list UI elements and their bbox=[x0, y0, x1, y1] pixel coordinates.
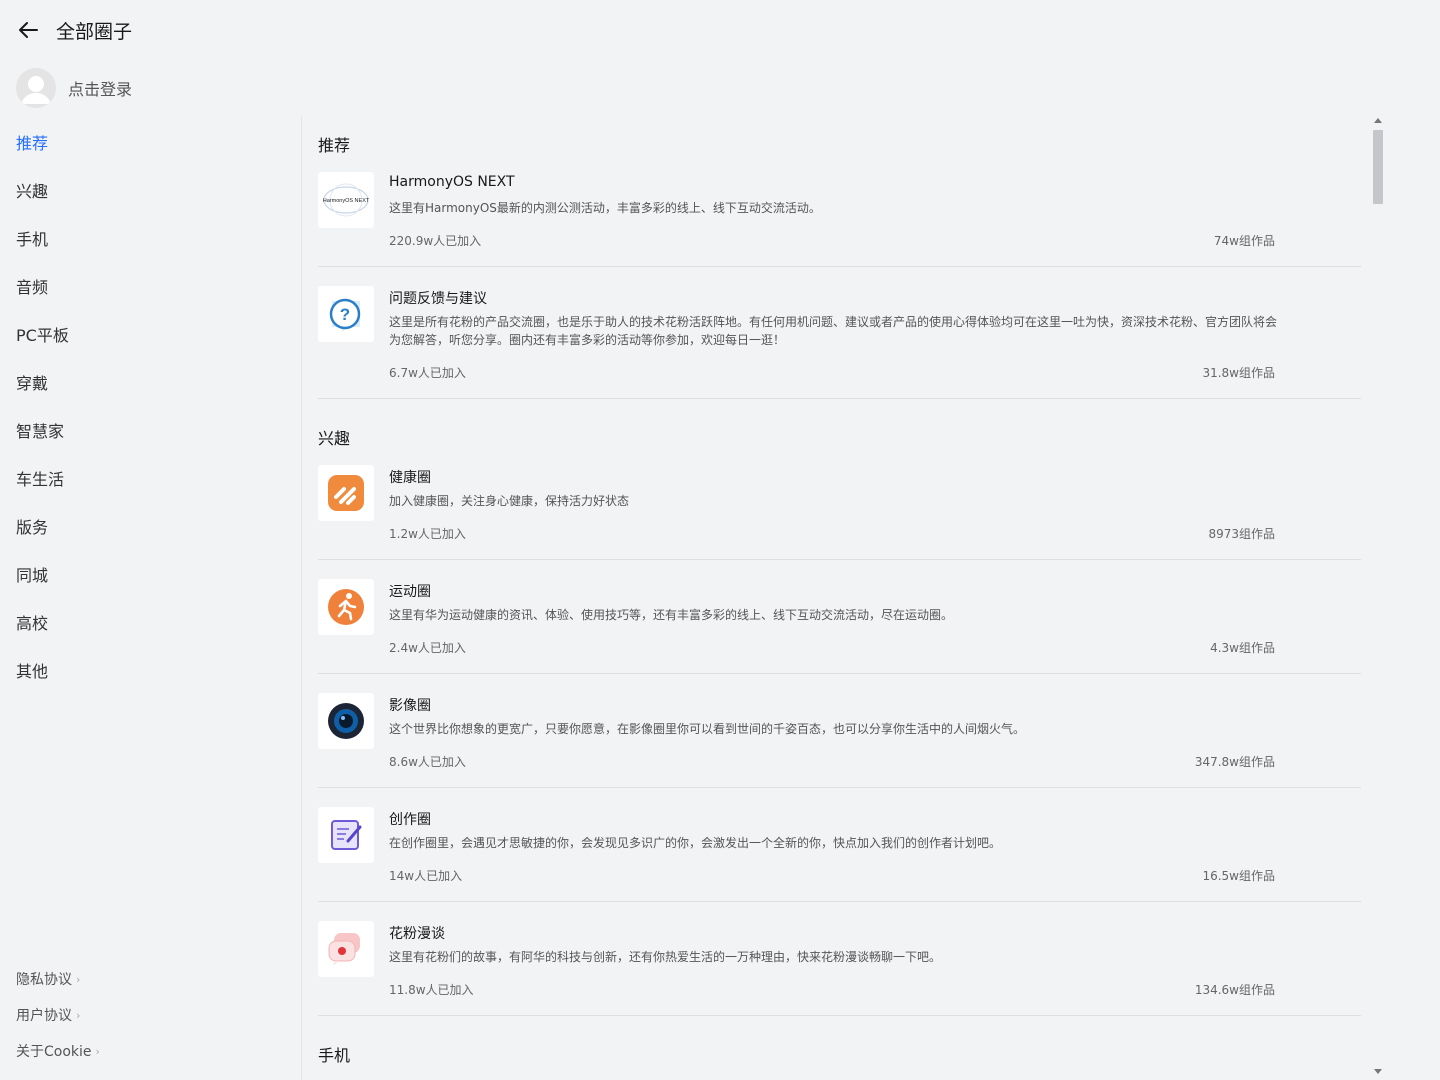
circle-card-feedback[interactable]: ? 问题反馈与建议 这里是所有花粉的产品交流圈，也是乐于助人的技术花粉活跃阵地。… bbox=[318, 286, 1361, 399]
circle-name: 问题反馈与建议 bbox=[389, 291, 487, 307]
circle-works: 4.3w组作品 bbox=[1210, 641, 1275, 655]
sidebar-item-local[interactable]: 同城 bbox=[16, 562, 48, 586]
circle-name: 健康圈 bbox=[389, 470, 431, 486]
sidebar-item-other[interactable]: 其他 bbox=[16, 658, 48, 682]
user-agreement-label: 用户协议 bbox=[16, 1008, 72, 1024]
question-feedback-icon: ? bbox=[318, 286, 374, 342]
page-title: 全部圈子 bbox=[56, 21, 133, 43]
circle-members: 220.9w人已加入 bbox=[389, 234, 482, 248]
circle-description: 这里是所有花粉的产品交流圈，也是乐于助人的技术花粉活跃阵地。有任何用机问题、建议… bbox=[389, 315, 1278, 347]
sidebar-item-smart-home[interactable]: 智慧家 bbox=[16, 418, 64, 442]
circle-description: 这里有花粉们的故事，有阿华的科技与创新，还有你热爱生活的一万种理由，快来花粉漫谈… bbox=[389, 950, 942, 964]
cookie-label: 关于Cookie bbox=[16, 1044, 92, 1060]
camera-lens-icon bbox=[318, 693, 374, 749]
arrow-left-icon bbox=[19, 22, 38, 38]
chevron-right-icon: › bbox=[95, 1044, 100, 1058]
circle-card-creation[interactable]: 创作圈 在创作圈里，会遇见才思敏捷的你，会发现见多识广的你，会激发出一个全新的你… bbox=[318, 807, 1361, 902]
circle-name: 运动圈 bbox=[389, 584, 431, 600]
circle-members: 1.2w人已加入 bbox=[389, 527, 466, 541]
edit-note-icon bbox=[318, 807, 374, 863]
circle-works: 347.8w组作品 bbox=[1194, 755, 1275, 769]
sidebar-item-recommend[interactable]: 推荐 bbox=[16, 130, 48, 154]
header: 全部圈子 bbox=[0, 0, 1440, 60]
circle-card-health[interactable]: 健康圈 加入健康圈，关注身心健康，保持活力好状态 1.2w人已加入 8973组作… bbox=[318, 465, 1361, 560]
circle-works: 31.8w组作品 bbox=[1202, 366, 1275, 380]
user-agreement-link[interactable]: 用户协议 › bbox=[16, 1005, 80, 1025]
sidebar-item-interest[interactable]: 兴趣 bbox=[16, 178, 48, 202]
chat-bubbles-icon bbox=[318, 921, 374, 977]
circle-description: 这个世界比你想象的更宽广，只要你愿意，在影像圈里你可以看到世间的千姿百态，也可以… bbox=[389, 722, 1026, 736]
circle-description: 在创作圈里，会遇见才思敏捷的你，会发现见多识广的你，会激发出一个全新的你，快点加… bbox=[389, 836, 1002, 850]
content-scrollbar[interactable] bbox=[1370, 116, 1386, 1080]
cookie-link[interactable]: 关于Cookie › bbox=[16, 1041, 100, 1061]
circle-description: 加入健康圈，关注身心健康，保持活力好状态 bbox=[389, 494, 630, 508]
privacy-policy-label: 隐私协议 bbox=[16, 972, 72, 988]
circle-works: 16.5w组作品 bbox=[1202, 869, 1275, 883]
circle-card-harmonyos-next[interactable]: HarmonyOS NEXT HarmonyOS NEXT 这里有Harmony… bbox=[318, 172, 1361, 267]
scroll-down-arrow-icon[interactable] bbox=[1374, 1069, 1382, 1074]
circle-members: 11.8w人已加入 bbox=[389, 983, 474, 997]
circle-members: 14w人已加入 bbox=[389, 869, 463, 883]
avatar-placeholder-icon bbox=[16, 68, 56, 108]
circle-list: 推荐 HarmonyOS NEXT HarmonyOS NEXT 这里有Harm… bbox=[301, 116, 1370, 1080]
circle-members: 8.6w人已加入 bbox=[389, 755, 466, 769]
svg-text:?: ? bbox=[340, 305, 350, 324]
harmonyos-next-icon: HarmonyOS NEXT bbox=[318, 172, 374, 228]
circle-works: 74w组作品 bbox=[1213, 234, 1275, 248]
circle-card-sports[interactable]: 运动圈 这里有华为运动健康的资讯、体验、使用技巧等，还有丰富多彩的线上、线下互动… bbox=[318, 579, 1361, 674]
circle-card-photography[interactable]: 影像圈 这个世界比你想象的更宽广，只要你愿意，在影像圈里你可以看到世间的千姿百态… bbox=[318, 693, 1361, 788]
section-title-phone: 手机 bbox=[318, 1046, 351, 1065]
sidebar-item-audio[interactable]: 音频 bbox=[16, 274, 48, 298]
circle-description: 这里有HarmonyOS最新的内测公测活动，丰富多彩的线上、线下互动交流活动。 bbox=[389, 201, 821, 215]
circle-members: 6.7w人已加入 bbox=[389, 366, 466, 380]
chevron-right-icon: › bbox=[76, 1008, 81, 1022]
circle-name: 花粉漫谈 bbox=[389, 926, 445, 942]
running-person-icon bbox=[318, 579, 374, 635]
sidebar-item-pc-tablet[interactable]: PC平板 bbox=[16, 322, 69, 346]
category-sidebar: 推荐 兴趣 手机 音频 PC平板 穿戴 智慧家 车生活 版务 同城 高校 其他 … bbox=[0, 116, 300, 1080]
sidebar-item-car-life[interactable]: 车生活 bbox=[16, 466, 64, 490]
sidebar-item-moderation[interactable]: 版务 bbox=[16, 514, 48, 538]
circle-name: 影像圈 bbox=[389, 698, 431, 714]
harmonyos-icon-text: HarmonyOS NEXT bbox=[323, 198, 370, 204]
back-button[interactable] bbox=[16, 18, 40, 42]
scroll-thumb[interactable] bbox=[1373, 130, 1383, 204]
circle-works: 134.6w组作品 bbox=[1194, 983, 1275, 997]
circle-name: HarmonyOS NEXT bbox=[389, 174, 515, 190]
health-heart-icon bbox=[318, 465, 374, 521]
sidebar-item-wearable[interactable]: 穿戴 bbox=[16, 370, 48, 394]
circle-works: 8973组作品 bbox=[1208, 527, 1275, 541]
section-title-recommend: 推荐 bbox=[318, 136, 351, 155]
sidebar-item-university[interactable]: 高校 bbox=[16, 610, 48, 634]
login-entry[interactable]: 点击登录 bbox=[16, 68, 132, 108]
section-title-interest: 兴趣 bbox=[318, 429, 351, 448]
scroll-up-arrow-icon[interactable] bbox=[1374, 118, 1382, 123]
circle-card-fan-chat[interactable]: 花粉漫谈 这里有花粉们的故事，有阿华的科技与创新，还有你热爱生活的一万种理由，快… bbox=[318, 921, 1361, 1016]
login-label: 点击登录 bbox=[68, 80, 133, 99]
chevron-right-icon: › bbox=[76, 972, 81, 986]
circle-name: 创作圈 bbox=[389, 812, 431, 828]
circle-members: 2.4w人已加入 bbox=[389, 641, 466, 655]
circle-description: 这里有华为运动健康的资讯、体验、使用技巧等，还有丰富多彩的线上、线下互动交流活动… bbox=[389, 608, 954, 622]
sidebar-item-phone[interactable]: 手机 bbox=[16, 226, 48, 250]
privacy-policy-link[interactable]: 隐私协议 › bbox=[16, 969, 80, 989]
